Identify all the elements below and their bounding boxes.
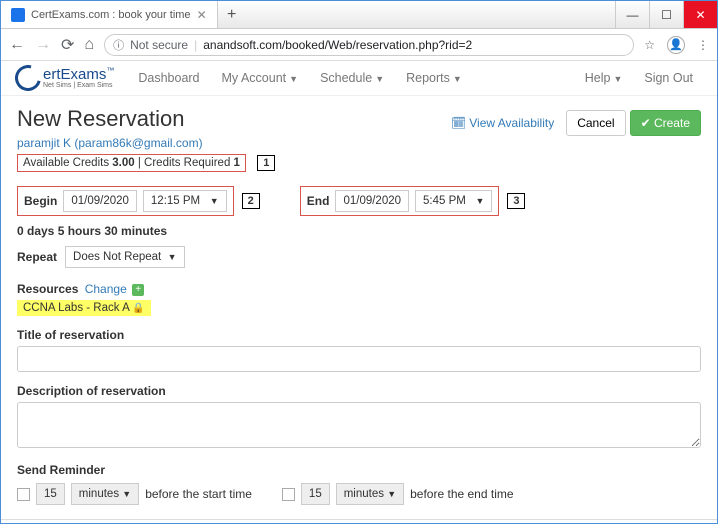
logo-text: ertExams™ — [43, 67, 114, 82]
chevron-down-icon: ▼ — [168, 252, 177, 262]
nav-reports[interactable]: Reports▼ — [396, 65, 472, 91]
chevron-down-icon: ▼ — [453, 74, 462, 84]
reload-icon[interactable]: ⟳ — [61, 35, 74, 55]
menu-icon[interactable]: ⋮ — [697, 38, 709, 52]
star-icon[interactable]: ☆ — [644, 38, 655, 52]
resources-label: Resources — [17, 282, 78, 296]
tab-favicon — [11, 8, 25, 22]
nav-my-account[interactable]: My Account▼ — [212, 65, 309, 91]
credits-badge: Available Credits 3.00 | Credits Require… — [17, 154, 246, 172]
home-icon[interactable]: ⌂ — [84, 36, 94, 54]
begin-time-select[interactable]: 12:15 PM ▼ — [143, 190, 227, 212]
url-text: anandsoft.com/booked/Web/reservation.php… — [203, 38, 472, 52]
logo[interactable]: ertExams™ Net Sims | Exam Sims — [15, 65, 114, 91]
chevron-down-icon: ▼ — [387, 489, 396, 499]
chevron-down-icon: ▼ — [475, 196, 484, 206]
create-button[interactable]: ✔ Create — [630, 110, 701, 136]
forward-icon[interactable]: → — [35, 36, 51, 54]
reminder-end-unit-select[interactable]: minutes ▼ — [336, 483, 404, 505]
page-footer: Cancel ✔ Create — [1, 519, 717, 523]
window-maximize-button[interactable]: ☐ — [649, 1, 683, 28]
chevron-down-icon: ▼ — [122, 489, 131, 499]
description-label: Description of reservation — [17, 384, 701, 398]
reminder-end-suffix: before the end time — [410, 487, 513, 501]
plus-icon[interactable]: + — [132, 284, 144, 296]
title-label: Title of reservation — [17, 328, 701, 342]
end-time-select[interactable]: 5:45 PM ▼ — [415, 190, 492, 212]
chevron-down-icon: ▼ — [375, 74, 384, 84]
window-minimize-button[interactable]: — — [615, 1, 649, 28]
window-close-button[interactable]: ✕ — [683, 1, 717, 28]
profile-icon[interactable]: 👤 — [667, 36, 685, 54]
tab-title: CertExams.com : book your time — [31, 9, 191, 21]
resource-item: CCNA Labs - Rack A 🔒 — [17, 300, 151, 316]
security-status: Not secure — [130, 38, 188, 52]
cancel-button[interactable]: Cancel — [566, 110, 625, 136]
reminder-start-checkbox[interactable] — [17, 488, 30, 501]
check-icon: ✔ — [641, 116, 651, 130]
logo-icon — [10, 61, 46, 96]
reminder-label: Send Reminder — [17, 463, 701, 477]
chevron-down-icon: ▼ — [613, 74, 622, 84]
back-icon[interactable]: ← — [9, 36, 25, 54]
view-availability-link[interactable]: 🗓 View Availability — [443, 116, 562, 130]
callout-2: 2 — [242, 193, 260, 209]
reminder-end-value[interactable]: 15 — [301, 483, 330, 505]
end-label: End — [307, 194, 330, 208]
new-tab-button[interactable]: + — [218, 1, 246, 28]
user-link[interactable]: paramjit K (param86k@gmail.com) — [17, 136, 203, 150]
calendar-icon: 🗓 — [451, 116, 466, 130]
nav-schedule[interactable]: Schedule▼ — [310, 65, 394, 91]
reminder-end-checkbox[interactable] — [282, 488, 295, 501]
browser-tab[interactable]: CertExams.com : book your time ✕ — [1, 1, 218, 28]
chevron-down-icon: ▼ — [210, 196, 219, 206]
reminder-start-suffix: before the start time — [145, 487, 252, 501]
begin-date-input[interactable]: 01/09/2020 — [63, 190, 137, 212]
end-group: End 01/09/2020 5:45 PM ▼ — [300, 186, 500, 216]
close-icon[interactable]: ✕ — [197, 8, 207, 22]
description-textarea[interactable] — [17, 402, 701, 448]
nav-help[interactable]: Help▼ — [575, 65, 633, 91]
app-header: ertExams™ Net Sims | Exam Sims Dashboard… — [1, 61, 717, 96]
repeat-select[interactable]: Does Not Repeat ▼ — [65, 246, 185, 268]
resources-change-link[interactable]: Change — [85, 282, 127, 296]
callout-1: 1 — [257, 155, 275, 171]
title-input[interactable] — [17, 346, 701, 372]
reminder-start-unit-select[interactable]: minutes ▼ — [71, 483, 139, 505]
duration-text: 0 days 5 hours 30 minutes — [17, 224, 701, 238]
repeat-label: Repeat — [17, 250, 57, 264]
browser-titlebar: CertExams.com : book your time ✕ + — ☐ ✕ — [1, 1, 717, 29]
begin-group: Begin 01/09/2020 12:15 PM ▼ — [17, 186, 234, 216]
lock-icon: 🔒 — [132, 303, 144, 314]
info-icon: ⓘ — [113, 37, 124, 53]
reminder-start-value[interactable]: 15 — [36, 483, 65, 505]
end-date-input[interactable]: 01/09/2020 — [335, 190, 409, 212]
nav-sign-out[interactable]: Sign Out — [634, 65, 703, 91]
callout-3: 3 — [507, 193, 525, 209]
nav-dashboard[interactable]: Dashboard — [128, 65, 209, 91]
page-content: ertExams™ Net Sims | Exam Sims Dashboard… — [1, 61, 717, 523]
begin-label: Begin — [24, 194, 57, 208]
browser-address-bar: ← → ⟳ ⌂ ⓘ Not secure | anandsoft.com/boo… — [1, 29, 717, 61]
chevron-down-icon: ▼ — [289, 74, 298, 84]
logo-subtext: Net Sims | Exam Sims — [43, 82, 114, 89]
url-input[interactable]: ⓘ Not secure | anandsoft.com/booked/Web/… — [104, 34, 634, 56]
